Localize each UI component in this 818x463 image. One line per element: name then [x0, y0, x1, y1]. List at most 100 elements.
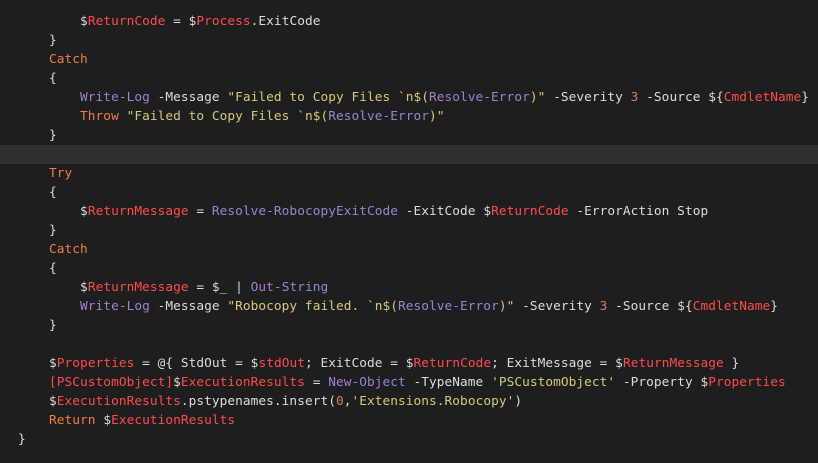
code-token: =	[304, 375, 329, 390]
code-token: $	[80, 280, 88, 295]
code-token: Return	[49, 413, 96, 428]
code-token: .ExitCode	[250, 14, 321, 29]
code-line[interactable]: }	[0, 221, 818, 240]
code-line[interactable]	[0, 335, 818, 354]
code-token: 0	[335, 394, 344, 409]
code-token: CmdletName	[723, 90, 802, 105]
code-line[interactable]: $ExecutionResults.pstypenames.insert(0,'…	[0, 392, 818, 411]
code-token: ; ExitCode =	[304, 356, 406, 371]
code-token: Resolve-RobocopyExitCode	[211, 204, 398, 219]
code-token: )"	[529, 90, 546, 105]
code-token: $	[80, 204, 88, 219]
code-token: 'PSCustomObject'	[491, 375, 616, 390]
code-token: Out-String	[250, 280, 329, 295]
code-token: ${	[677, 299, 693, 314]
code-token: }	[18, 128, 57, 143]
code-token: )"	[498, 299, 515, 314]
code-token: Write-Log	[80, 90, 150, 105]
code-token: Process	[196, 14, 251, 29]
code-token: -Message	[149, 299, 228, 314]
code-token: Throw	[80, 109, 119, 124]
code-token: CmdletName	[692, 299, 771, 314]
code-token: $	[405, 356, 414, 371]
code-token: ExecutionResults	[111, 413, 236, 428]
code-line[interactable]: $Properties = @{ StdOut = $stdOut; ExitC…	[0, 354, 818, 373]
code-line[interactable]: Try	[0, 164, 818, 183]
code-line[interactable]: Catch	[0, 50, 818, 69]
code-token: $	[103, 413, 112, 428]
code-token: Write-Log	[80, 299, 150, 314]
code-token: Resolve-Error	[398, 299, 499, 314]
code-line[interactable]: }	[0, 430, 818, 449]
code-line[interactable]	[0, 145, 818, 164]
code-token: -Source	[638, 90, 709, 105]
code-token: -Property	[615, 375, 701, 390]
code-line[interactable]: [PSCustomObject]$ExecutionResults = New-…	[0, 373, 818, 392]
code-token: -Source	[607, 299, 678, 314]
code-token: Catch	[49, 52, 88, 67]
code-line[interactable]: Catch	[0, 240, 818, 259]
code-token: }	[18, 223, 57, 238]
code-token: }	[18, 432, 26, 447]
code-line[interactable]: $ReturnCode = $Process.ExitCode	[0, 12, 818, 31]
code-token: -ErrorAction Stop	[568, 204, 709, 219]
code-line[interactable]: Return $ExecutionResults	[0, 411, 818, 430]
code-token: {	[18, 71, 57, 86]
code-token: Catch	[49, 242, 88, 257]
code-token: }	[723, 356, 740, 371]
code-token: Properties	[708, 375, 786, 390]
code-line[interactable]: Throw "Failed to Copy Files `n$(Resolve-…	[0, 107, 818, 126]
code-line[interactable]: {	[0, 69, 818, 88]
code-token: ExecutionResults	[56, 394, 181, 409]
code-token: -ExitCode	[398, 204, 484, 219]
code-token: stdOut	[258, 356, 305, 371]
code-token: Try	[49, 166, 73, 181]
code-line[interactable]: Write-Log -Message "Failed to Copy Files…	[0, 88, 818, 107]
code-token: }	[18, 318, 57, 333]
code-token: New-Object	[328, 375, 406, 390]
code-line[interactable]: }	[0, 316, 818, 335]
code-token: ReturnMessage	[622, 356, 724, 371]
code-token: Properties	[56, 356, 135, 371]
code-token: {	[18, 261, 57, 276]
code-token: =	[188, 204, 212, 219]
code-line[interactable]: {	[0, 183, 818, 202]
code-token: -Message	[149, 90, 228, 105]
code-token: -Severity	[545, 90, 631, 105]
code-token: }	[770, 299, 779, 314]
code-token: ReturnMessage	[87, 204, 189, 219]
code-token: "Failed to Copy Files `n$(	[227, 90, 430, 105]
code-line[interactable]: {	[0, 259, 818, 278]
code-token: $	[615, 356, 623, 371]
code-line[interactable]: $ReturnMessage = Resolve-RobocopyExitCod…	[0, 202, 818, 221]
code-token: )	[514, 394, 523, 409]
code-token: $_	[211, 280, 228, 295]
code-token: [PSCustomObject]	[49, 375, 174, 390]
code-token: $	[173, 375, 181, 390]
code-token: |	[227, 280, 251, 295]
code-line[interactable]: Write-Log -Message "Robocopy failed. `n$…	[0, 297, 818, 316]
code-line[interactable]: $ReturnMessage = $_ | Out-String	[0, 278, 818, 297]
code-line[interactable]: }	[0, 126, 818, 145]
code-token: Resolve-Error	[328, 109, 430, 124]
code-token: "Robocopy failed. `n$(	[227, 299, 398, 314]
code-token: }	[801, 90, 810, 105]
code-token: $	[49, 356, 57, 371]
code-token: ReturnCode	[491, 204, 569, 219]
code-token: ReturnCode	[413, 356, 492, 371]
code-token: Resolve-Error	[429, 90, 530, 105]
code-token: = @{ StdOut =	[134, 356, 251, 371]
code-token: "Failed to Copy Files `n$(	[126, 109, 329, 124]
code-token: $	[80, 14, 88, 29]
code-line[interactable]: }	[0, 31, 818, 50]
code-editor[interactable]: $ReturnCode = $Process.ExitCode } Catch …	[0, 0, 818, 463]
